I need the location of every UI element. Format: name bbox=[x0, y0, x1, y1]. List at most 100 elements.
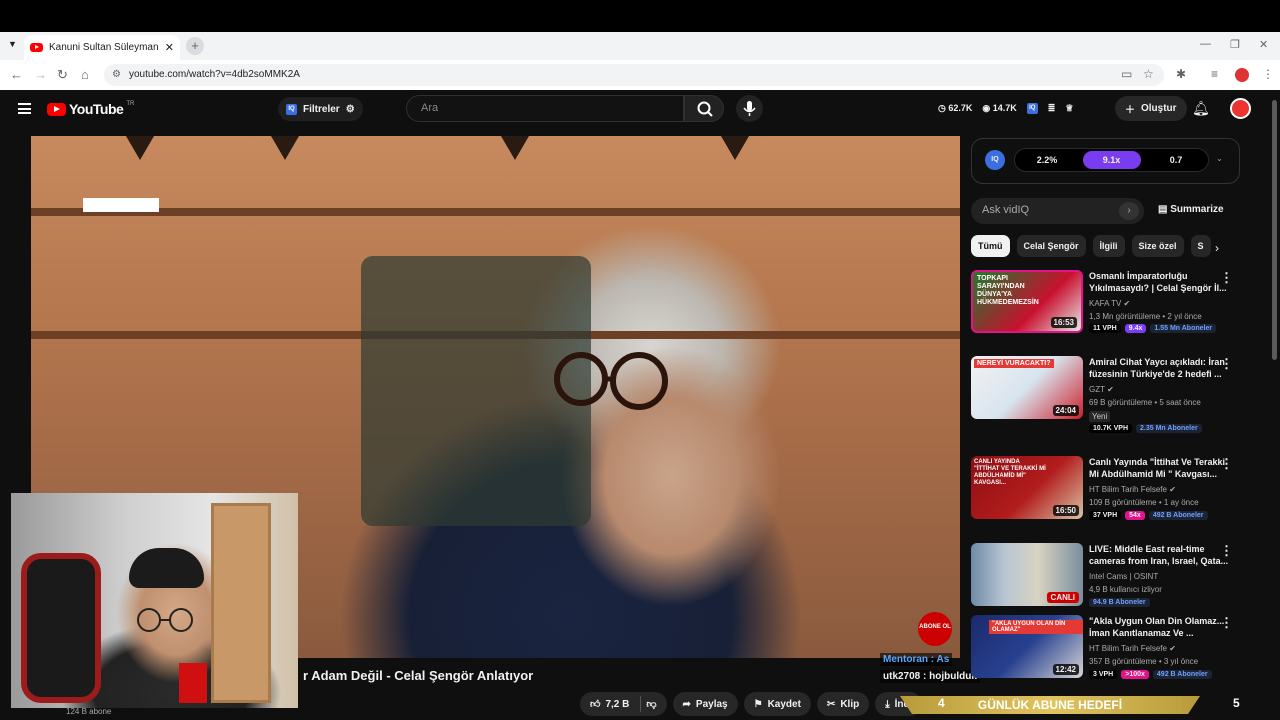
home-icon[interactable]: ⌂ bbox=[81, 67, 89, 82]
recommendation-meta: 4,9 B kullanıcı izliyor bbox=[1089, 585, 1162, 594]
recommendation-item[interactable]: CANLI LIVE: Middle East real-time camera… bbox=[971, 543, 1241, 623]
create-button[interactable]: ＋ Oluştur bbox=[1115, 96, 1187, 121]
recommendation-channel[interactable]: GZT ✔ bbox=[1089, 385, 1114, 394]
ask-submit-icon[interactable]: › bbox=[1119, 202, 1139, 220]
minimize-icon[interactable]: — bbox=[1200, 38, 1211, 50]
browser-menu-icon[interactable]: ⋮ bbox=[1262, 67, 1274, 81]
maximize-icon[interactable]: ❐ bbox=[1230, 38, 1240, 51]
vidiq-badges: 94.9 B Aboneler bbox=[1089, 598, 1150, 607]
recommendation-item[interactable]: CANLI YAYINDA "İTTİHAT VE TERAKKİ Mİ ABD… bbox=[971, 456, 1241, 536]
scrollbar[interactable] bbox=[1272, 100, 1277, 360]
browser-tab[interactable]: Kanuni Sultan Süleyman Ciddiye ✕ bbox=[24, 35, 180, 60]
more-options-icon[interactable]: ⋮ bbox=[1220, 456, 1233, 472]
tab-close-icon[interactable]: ✕ bbox=[165, 41, 174, 54]
lamp-2 bbox=[271, 136, 299, 160]
recommendation-title[interactable]: "Akla Uygun Olan Din Olamaz... İman Kanı… bbox=[1089, 615, 1229, 639]
video-thumbnail[interactable]: TOPKAPI SARAYI'NDAN DÜNYA'YA HÜKMEDEMEZS… bbox=[971, 270, 1083, 333]
metric-pill-2[interactable]: 9.1x bbox=[1082, 151, 1141, 169]
chip-for-you[interactable]: Size özel bbox=[1131, 235, 1184, 257]
chip-celal[interactable]: Celal Şengör bbox=[1016, 235, 1086, 257]
filters-button[interactable]: IQ Filtreler ⚙ bbox=[278, 97, 363, 121]
extensions-icon[interactable]: ✱ bbox=[1176, 67, 1186, 81]
subscriber-badge: 492 B Aboneler bbox=[1148, 511, 1208, 520]
subscribe-overlay[interactable]: ABONE OL bbox=[918, 612, 952, 646]
more-options-icon[interactable]: ⋮ bbox=[1220, 270, 1233, 286]
bookmark-star-icon[interactable]: ☆ bbox=[1143, 67, 1154, 81]
summarize-button[interactable]: ▤ Summarize bbox=[1158, 204, 1224, 215]
video-thumbnail[interactable]: "AKLA UYGUN OLAN DİN OLAMAZ" 12:42 bbox=[971, 615, 1083, 678]
chevron-down-icon[interactable]: ⌄ bbox=[1216, 154, 1223, 163]
media-icon[interactable]: ≡ bbox=[1211, 67, 1218, 81]
search-icon bbox=[697, 101, 713, 117]
back-icon[interactable]: ← bbox=[10, 67, 23, 82]
share-button[interactable]: ➦ Paylaş bbox=[672, 692, 738, 716]
install-icon[interactable]: ▭ bbox=[1121, 67, 1132, 81]
omnibox[interactable]: ⚙ youtube.com/watch?v=4db2soMMK2A bbox=[104, 64, 1164, 86]
share-icon: ➦ bbox=[682, 698, 691, 710]
metric-pill-1[interactable]: 2.2% bbox=[1018, 151, 1076, 169]
recommendation-channel[interactable]: KAFA TV ✔ bbox=[1089, 299, 1130, 308]
vidiq-badges: 11 VPH 9.4x 1.55 Mn Aboneler bbox=[1089, 324, 1217, 333]
webcam-chair bbox=[21, 553, 101, 703]
notifications-bell-icon[interactable]: 🔔︎ bbox=[1192, 100, 1210, 117]
recommendation-channel[interactable]: HT Bilim Tarih Felsefe ✔ bbox=[1089, 485, 1176, 494]
trophy-icon[interactable]: ♕ bbox=[1065, 103, 1073, 114]
thumbs-down-icon[interactable]: 👎︎ bbox=[646, 698, 656, 710]
recommendation-channel[interactable]: HT Bilim Tarih Felsefe ✔ bbox=[1089, 644, 1176, 653]
video-thumbnail[interactable]: NEREYİ VURACAKTI? 24:04 bbox=[971, 356, 1083, 419]
recommendation-item[interactable]: "AKLA UYGUN OLAN DİN OLAMAZ" 12:42 "Akla… bbox=[971, 615, 1241, 695]
clip-button[interactable]: ✂ Klip bbox=[816, 692, 870, 716]
recommendation-channel[interactable]: Intel Cams | OSINT bbox=[1089, 572, 1158, 581]
user-avatar[interactable] bbox=[1230, 98, 1251, 119]
recommendation-title[interactable]: Canlı Yayında "İttihat Ve Terakki Mi Abd… bbox=[1089, 456, 1229, 480]
chevron-right-icon[interactable]: › bbox=[1215, 241, 1219, 255]
recommendation-title[interactable]: LIVE: Middle East real-time cameras from… bbox=[1089, 543, 1229, 567]
menu-icon[interactable] bbox=[18, 103, 31, 114]
webcam-hair bbox=[129, 548, 204, 588]
vidiq-small-icon[interactable]: IQ bbox=[1026, 103, 1038, 114]
save-button[interactable]: ⚑ Kaydet bbox=[743, 692, 811, 716]
youtube-logo[interactable]: YouTube TR bbox=[47, 101, 134, 117]
voice-search-button[interactable] bbox=[736, 95, 763, 122]
forward-icon[interactable]: → bbox=[34, 67, 47, 82]
vph-badge: 3 VPH bbox=[1089, 670, 1118, 679]
microphone-icon bbox=[743, 101, 756, 116]
vidiq-logo-icon: IQ bbox=[985, 150, 1005, 170]
vidiq-badges: 37 VPH 54x 492 B Aboneler bbox=[1089, 511, 1208, 520]
like-button[interactable]: 👍︎ 7,2 B 👎︎ bbox=[580, 692, 667, 716]
video-thumbnail[interactable]: CANLI bbox=[971, 543, 1083, 606]
summary-icon: ▤ bbox=[1158, 204, 1168, 215]
video-thumbnail[interactable]: CANLI YAYINDA "İTTİHAT VE TERAKKİ Mİ ABD… bbox=[971, 456, 1083, 519]
search-button[interactable] bbox=[684, 95, 724, 122]
site-info-icon[interactable]: ⚙ bbox=[112, 69, 121, 80]
tab-title: Kanuni Sultan Süleyman Ciddiye bbox=[49, 42, 159, 53]
recommendation-title[interactable]: Osmanlı İmparatorluğu Yıkılmasaydı? | Ce… bbox=[1089, 270, 1229, 294]
new-tab-button[interactable]: + bbox=[186, 37, 204, 55]
list-icon[interactable]: ≣ bbox=[1048, 103, 1056, 114]
close-window-icon[interactable]: ✕ bbox=[1259, 38, 1268, 51]
subscriber-badge: 94.9 B Aboneler bbox=[1089, 598, 1150, 607]
webcam-overlay bbox=[11, 493, 298, 708]
more-options-icon[interactable]: ⋮ bbox=[1220, 543, 1233, 559]
thumbnail-text: NEREYİ VURACAKTI? bbox=[974, 359, 1054, 368]
download-icon: ⤓ bbox=[885, 698, 890, 710]
recommendation-meta: 357 B görüntüleme • 3 yıl önce bbox=[1089, 657, 1199, 666]
chip-related[interactable]: İlgili bbox=[1092, 235, 1125, 257]
goal-current: 4 bbox=[938, 696, 945, 710]
profile-icon[interactable] bbox=[1235, 68, 1249, 82]
multiplier-badge: 54x bbox=[1125, 511, 1145, 520]
recommendation-title[interactable]: Amiral Cihat Yaycı açıkladı: İran füzesi… bbox=[1089, 356, 1229, 380]
thumbnail-text: "AKLA UYGUN OLAN DİN OLAMAZ" bbox=[989, 620, 1083, 634]
chip-more[interactable]: S bbox=[1190, 235, 1211, 257]
search-input[interactable]: Ara bbox=[406, 95, 684, 122]
reload-icon[interactable]: ↻ bbox=[57, 67, 68, 83]
tab-list-chevron-icon[interactable]: ▼ bbox=[8, 39, 17, 49]
more-options-icon[interactable]: ⋮ bbox=[1220, 356, 1233, 372]
more-options-icon[interactable]: ⋮ bbox=[1220, 615, 1233, 631]
recommendation-item[interactable]: TOPKAPI SARAYI'NDAN DÜNYA'YA HÜKMEDEMEZS… bbox=[971, 270, 1241, 350]
metric-pill-3[interactable]: 0.7 bbox=[1147, 151, 1205, 169]
recommendation-item[interactable]: NEREYİ VURACAKTI? 24:04 Amiral Cihat Yay… bbox=[971, 356, 1241, 436]
vidiq-badges: 3 VPH >100x 492 B Aboneler bbox=[1089, 670, 1212, 679]
duration-badge: 24:04 bbox=[1052, 405, 1079, 416]
chip-all[interactable]: Tümü bbox=[971, 235, 1010, 257]
